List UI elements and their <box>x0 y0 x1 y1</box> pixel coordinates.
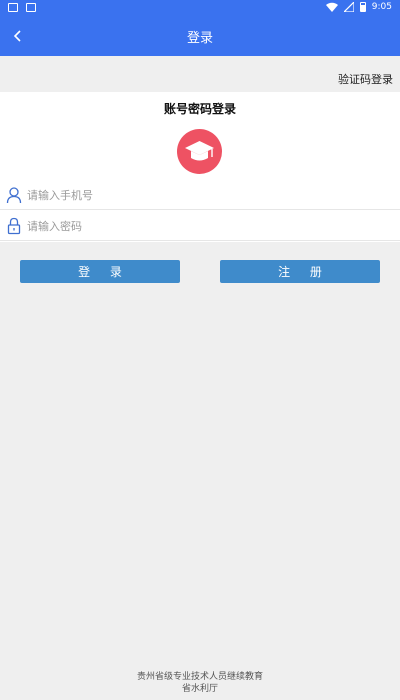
status-bar: 9:05 <box>0 0 400 16</box>
phone-input[interactable] <box>27 185 387 205</box>
app-notification-icon <box>26 3 36 12</box>
notification-icons <box>8 3 36 12</box>
page-title: 登录 <box>186 31 213 46</box>
register-button[interactable]: 注 册 <box>220 260 380 283</box>
phone-field <box>0 180 400 210</box>
signal-icon <box>343 2 354 12</box>
app-bar: 登录 <box>0 16 400 56</box>
password-input[interactable] <box>27 216 387 236</box>
image-notification-icon <box>8 3 18 12</box>
password-field <box>0 211 400 241</box>
login-button[interactable]: 登 录 <box>20 260 180 283</box>
footer-line-1: 贵州省级专业技术人员继续教育 <box>136 672 263 682</box>
sms-login-link[interactable]: 验证码登录 <box>338 71 393 87</box>
status-time: 9:05 <box>371 2 392 12</box>
graduation-cap-logo <box>177 129 222 174</box>
footer-line-2: 省水利厅 <box>181 684 218 694</box>
status-icons: 9:05 <box>325 2 392 12</box>
footer: 贵州省级专业技术人员继续教育 省水利厅 <box>0 671 400 695</box>
wifi-icon <box>325 2 338 12</box>
lock-icon <box>7 217 21 235</box>
battery-icon <box>359 2 366 12</box>
user-icon <box>6 187 22 204</box>
graduation-cap-icon <box>185 141 214 161</box>
login-heading: 账号密码登录 <box>163 102 236 116</box>
